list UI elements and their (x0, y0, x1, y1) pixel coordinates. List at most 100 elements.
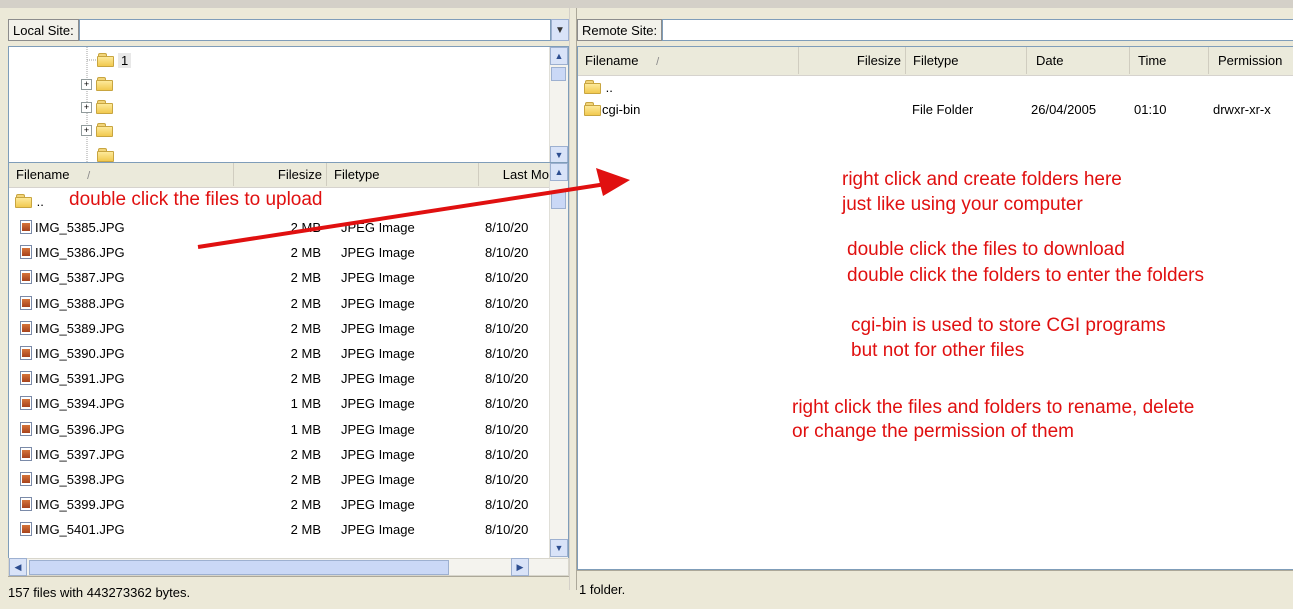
file-type: JPEG Image (341, 295, 415, 311)
file-size: 1 MB (290, 421, 321, 437)
file-date: 8/10/20 (485, 245, 529, 261)
scroll-thumb[interactable] (551, 191, 566, 209)
tree-item-label: 1 (118, 52, 132, 68)
file-name: IMG_5390.JPG (35, 346, 125, 361)
file-type: JPEG Image (341, 270, 415, 286)
remote-file-list[interactable]: Filename / Filesize Filetype Date Time P… (577, 46, 1293, 570)
jpeg-file-icon (19, 472, 33, 486)
table-row[interactable]: IMG_5389.JPG 2 MB JPEG Image 8/10/20 (9, 316, 549, 341)
file-size: 2 MB (290, 472, 321, 487)
col-filesize[interactable]: Filesize (234, 163, 327, 186)
scroll-right-icon[interactable]: ▶ (511, 558, 529, 576)
table-row[interactable]: IMG_5391.JPG 2 MB JPEG Image 8/10/20 (9, 366, 549, 391)
scroll-up-icon[interactable]: ▲ (550, 47, 568, 65)
annotation-rename-1: right click the files and folders to ren… (792, 397, 1195, 418)
chevron-down-icon[interactable]: ▼ (551, 19, 569, 41)
file-name: IMG_5386.JPG (35, 245, 125, 261)
local-file-list[interactable]: Filename / Filesize Filetype Last Mo .. … (8, 162, 569, 570)
sort-icon: / (656, 56, 660, 68)
tree-item-1[interactable]: 1 (97, 50, 132, 70)
annotation-upload: double click the files to upload (69, 189, 323, 210)
local-site-label: Local Site: (8, 19, 79, 41)
table-row[interactable]: IMG_5386.JPG 2 MB JPEG Image 8/10/20 (9, 240, 549, 265)
scroll-down-icon[interactable]: ▼ (550, 539, 568, 557)
file-size: 2 MB (290, 522, 321, 538)
jpeg-file-icon (19, 396, 33, 411)
table-row[interactable]: IMG_5396.JPG 1 MB JPEG Image 8/10/20 (9, 417, 549, 442)
jpeg-file-icon (19, 446, 33, 461)
local-folder-tree[interactable]: 1 + + + ▲ ▼ (8, 46, 569, 167)
jpeg-file-icon (19, 320, 33, 335)
annotation-create-1: right click and create folders here (842, 169, 1122, 190)
folder-icon (584, 80, 602, 94)
col-filename[interactable]: Filename / (578, 47, 799, 74)
parent-folder-label: .. (605, 80, 613, 95)
local-site-path-input[interactable] (78, 19, 551, 41)
tree-scrollbar[interactable]: ▲ ▼ (549, 47, 568, 166)
filelist-hscrollbar[interactable]: ◀ ▶ (8, 558, 569, 576)
col-filetype[interactable]: Filetype (327, 163, 479, 186)
tree-item[interactable]: + (81, 97, 114, 117)
pane-splitter[interactable] (569, 8, 577, 590)
file-date: 8/10/20 (485, 295, 529, 311)
file-type: JPEG Image (341, 396, 415, 412)
table-row[interactable]: cgi-bin File Folder 26/04/2005 01:10 drwxr-x… (578, 99, 1293, 121)
table-row[interactable]: IMG_5385.JPG 2 MB JPEG Image 8/10/20 (9, 215, 549, 240)
col-time[interactable]: Time (1130, 47, 1209, 74)
folder-icon (584, 102, 602, 116)
scroll-thumb[interactable] (551, 67, 566, 81)
col-filename[interactable]: Filename / (9, 163, 234, 186)
entry-type: File Folder (912, 102, 974, 117)
table-row[interactable]: IMG_5390.JPG 2 MB JPEG Image 8/10/20 (9, 341, 549, 366)
jpeg-file-icon (19, 270, 33, 285)
file-size: 2 MB (290, 497, 321, 513)
remote-status-text: 1 folder. (577, 570, 1293, 607)
file-type: JPEG Image (341, 522, 415, 538)
entry-time: 01:10 (1134, 102, 1167, 117)
col-filetype[interactable]: Filetype (906, 47, 1027, 74)
file-date: 8/10/20 (485, 371, 529, 387)
file-date: 8/10/20 (485, 346, 529, 361)
file-name: IMG_5396.JPG (35, 421, 125, 437)
annotation-cgi-2: but not for other files (851, 340, 1025, 361)
remote-site-path-input[interactable] (662, 19, 1293, 41)
file-size: 2 MB (290, 245, 321, 261)
file-size: 2 MB (290, 346, 321, 361)
annotation-download-2: double click the folders to enter the fo… (847, 265, 1204, 286)
file-type: JPEG Image (341, 346, 415, 361)
jpeg-file-icon (19, 295, 33, 310)
hscroll-thumb[interactable] (29, 560, 449, 575)
local-status-text: 157 files with 443273362 bytes. (8, 576, 569, 607)
tree-item[interactable]: + (81, 74, 114, 94)
file-size: 2 MB (290, 320, 321, 336)
table-row[interactable]: IMG_5398.JPG 2 MB JPEG Image 8/10/20 (9, 467, 549, 492)
table-row[interactable]: IMG_5401.JPG 2 MB JPEG Image 8/10/20 (9, 517, 549, 542)
folder-icon (15, 194, 33, 208)
table-row[interactable]: IMG_5397.JPG 2 MB JPEG Image 8/10/20 (9, 442, 549, 467)
table-row[interactable]: IMG_5388.JPG 2 MB JPEG Image 8/10/20 (9, 291, 549, 316)
col-permission[interactable]: Permission (1209, 47, 1293, 74)
file-name: IMG_5391.JPG (35, 371, 125, 387)
filelist-scrollbar[interactable]: ▲ ▼ (549, 163, 568, 569)
scroll-up-icon[interactable]: ▲ (550, 163, 568, 181)
col-lastmod[interactable]: Last Mo (479, 163, 551, 186)
table-row[interactable]: IMG_5394.JPG 1 MB JPEG Image 8/10/20 (9, 391, 549, 416)
remote-site-label: Remote Site: (577, 19, 663, 41)
file-date: 8/10/20 (485, 396, 529, 412)
file-size: 1 MB (290, 396, 321, 412)
remote-list-header: Filename / Filesize Filetype Date Time P… (578, 47, 1293, 76)
local-site-bar: Local Site: ▼ (8, 16, 569, 44)
expand-icon[interactable]: + (81, 101, 92, 113)
jpeg-file-icon (19, 245, 33, 260)
scroll-left-icon[interactable]: ◀ (9, 558, 27, 576)
col-date[interactable]: Date (1027, 47, 1130, 74)
file-size: 2 MB (290, 446, 321, 462)
remote-pane: Remote Site: Filename / Filesize Filetyp… (577, 16, 1293, 607)
table-row[interactable]: IMG_5399.JPG 2 MB JPEG Image 8/10/20 (9, 492, 549, 517)
expand-icon[interactable]: + (81, 78, 92, 90)
parent-folder-row[interactable]: .. (578, 77, 1293, 99)
expand-icon[interactable]: + (81, 124, 92, 136)
tree-item[interactable]: + (81, 120, 114, 140)
col-filesize[interactable]: Filesize (799, 47, 906, 74)
table-row[interactable]: IMG_5387.JPG 2 MB JPEG Image 8/10/20 (9, 265, 549, 290)
